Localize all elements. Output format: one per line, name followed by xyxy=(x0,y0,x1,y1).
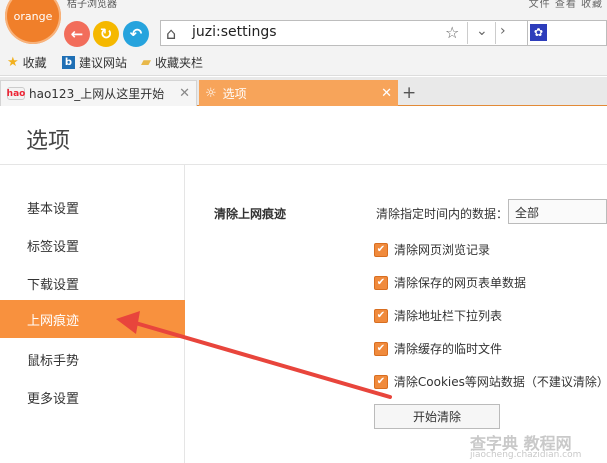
arrow-head xyxy=(116,311,140,334)
annotation-arrow xyxy=(116,311,392,399)
arrow-shaft xyxy=(130,320,392,399)
